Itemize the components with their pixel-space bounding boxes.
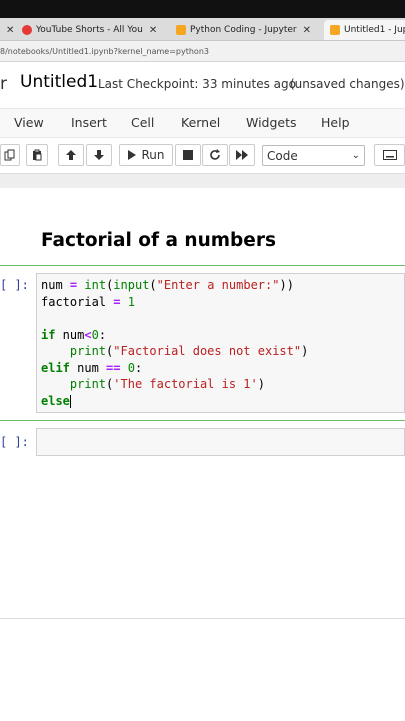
page-background <box>0 618 405 721</box>
cell-prompt: [ ]: <box>0 278 29 292</box>
header-divider <box>0 173 405 188</box>
url-text[interactable]: 8/notebooks/Untitled1.ipynb?kernel_name=… <box>0 47 209 56</box>
play-icon <box>128 150 137 160</box>
close-icon[interactable]: ✕ <box>149 25 157 36</box>
checkpoint-status: Last Checkpoint: 33 minutes ago <box>98 77 296 91</box>
code-line-6: elif num == 0: <box>41 361 143 375</box>
chevron-down-icon: ⌄ <box>351 150 360 161</box>
menu-bar: View Insert Cell Kernel Widgets Help <box>0 108 405 138</box>
code-editor[interactable] <box>36 273 405 413</box>
stop-icon <box>183 150 193 160</box>
menu-help[interactable]: Help <box>321 115 350 130</box>
move-down-button[interactable] <box>86 144 112 166</box>
cell-type-value: Code <box>267 148 298 163</box>
os-top-bar <box>0 0 405 18</box>
tab-youtube-shorts[interactable]: YouTube Shorts - All You ✕ <box>22 20 157 40</box>
menu-view[interactable]: View <box>14 115 44 130</box>
tab-python-coding[interactable]: Python Coding - Jupyter ✕ <box>176 20 311 40</box>
youtube-icon <box>22 25 32 35</box>
keyboard-shortcuts-button[interactable] <box>374 144 405 166</box>
arrow-up-icon <box>66 150 76 160</box>
fast-forward-icon <box>236 150 248 160</box>
run-label: Run <box>141 148 165 162</box>
empty-code-cell[interactable] <box>36 428 405 456</box>
paste-button[interactable] <box>26 144 48 166</box>
tab-label: Untitled1 - Jup <box>344 25 405 35</box>
jupyter-icon <box>330 25 340 35</box>
copy-icon <box>4 149 15 161</box>
code-line-7: print('The factorial is 1') <box>69 377 265 391</box>
menu-kernel[interactable]: Kernel <box>181 115 220 130</box>
cell-type-select[interactable]: Code ⌄ <box>262 145 365 166</box>
interrupt-button[interactable] <box>175 144 201 166</box>
restart-icon <box>210 149 220 160</box>
copy-button[interactable] <box>0 144 20 166</box>
restart-button[interactable] <box>202 144 228 166</box>
browser-tab-strip: ✕ YouTube Shorts - All You ✕ Python Codi… <box>0 18 405 41</box>
move-up-button[interactable] <box>58 144 84 166</box>
code-line-2: factorial = 1 <box>41 295 135 309</box>
code-line-1: num = int(input("Enter a number:")) <box>41 278 294 292</box>
tab-label: YouTube Shorts - All You <box>36 25 143 35</box>
tab-close-fragment[interactable]: ✕ <box>0 20 14 40</box>
keyboard-icon <box>382 150 397 160</box>
notebook-title[interactable]: Untitled1 <box>20 72 98 92</box>
menu-insert[interactable]: Insert <box>71 115 107 130</box>
address-bar[interactable]: 8/notebooks/Untitled1.ipynb?kernel_name=… <box>0 41 405 62</box>
code-line-4: if num<0: <box>41 328 107 342</box>
paste-icon <box>33 149 42 161</box>
unsaved-indicator: (unsaved changes) <box>290 77 405 91</box>
close-icon[interactable]: ✕ <box>303 25 311 36</box>
markdown-heading[interactable]: Factorial of a numbers <box>41 230 276 251</box>
arrow-down-icon <box>94 150 104 160</box>
jupyter-logo[interactable]: r <box>0 74 7 94</box>
tab-label: Python Coding - Jupyter <box>190 25 297 35</box>
close-icon[interactable]: ✕ <box>6 25 14 36</box>
code-line-5: print("Factorial does not exist") <box>69 344 309 358</box>
jupyter-icon <box>176 25 186 35</box>
cell-prompt: [ ]: <box>0 435 29 449</box>
menu-cell[interactable]: Cell <box>131 115 154 130</box>
code-line-8: else <box>41 394 71 408</box>
menu-widgets[interactable]: Widgets <box>246 115 297 130</box>
restart-run-all-button[interactable] <box>229 144 255 166</box>
run-button[interactable]: Run <box>119 144 173 166</box>
tab-untitled1[interactable]: Untitled1 - Jup <box>324 20 405 40</box>
text-cursor <box>69 395 71 408</box>
